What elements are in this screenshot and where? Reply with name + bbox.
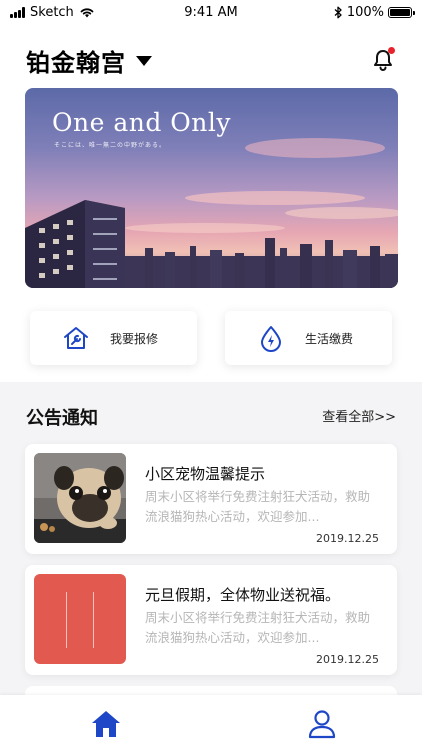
house-wrench-icon	[64, 327, 88, 349]
status-bar: Sketch 9:41 AM 100%	[0, 0, 422, 24]
pug-image	[34, 453, 126, 543]
notice-description: 周末小区将举行免费注射狂犬活动，救助流浪猫狗热心活动，欢迎参加...	[145, 610, 371, 645]
new-year-thumb-text: 元旦	[67, 596, 126, 630]
header: 铂金翰宫	[0, 40, 422, 80]
utility-payment-label: 生活缴费	[305, 332, 354, 346]
banner-title: One and Only	[52, 108, 232, 137]
signal-icon	[10, 6, 25, 18]
caret-down-icon	[136, 56, 152, 66]
status-right: 100%	[334, 4, 415, 20]
tab-home[interactable]	[90, 709, 122, 739]
repair-request-label: 我要报修	[110, 332, 159, 346]
banner[interactable]: One and Only そこには、唯一無二の中野がある。	[25, 88, 398, 288]
community-selector[interactable]: 铂金翰宫	[26, 43, 152, 78]
notice-description: 周末小区将举行免费注射狂犬活动，救助流浪猫狗热心活动，欢迎参加...	[145, 489, 371, 524]
notice-section-title: 公告通知	[26, 408, 98, 429]
utility-payment-button[interactable]: 生活缴费	[225, 311, 392, 365]
view-all-link[interactable]: 查看全部>>	[322, 406, 396, 425]
pug-thumbnail	[34, 453, 126, 543]
tab-profile[interactable]	[306, 709, 338, 739]
notice-date: 2019.12.25	[316, 532, 379, 545]
community-name: 铂金翰宫	[26, 48, 126, 77]
notice-section: 公告通知 查看全部>> 小区宠物温馨提示 周末小区将举行免费注射狂犬活动，救助流…	[0, 382, 422, 702]
battery-percent: 100%	[346, 4, 384, 20]
banner-subtitle: そこには、唯一無二の中野がある。	[54, 142, 167, 149]
carrier-label: Sketch	[30, 4, 74, 20]
repair-request-button[interactable]: 我要报修	[30, 311, 197, 365]
notifications-button[interactable]	[370, 47, 396, 73]
notice-card[interactable]: 小区宠物温馨提示 周末小区将举行免费注射狂犬活动，救助流浪猫狗热心活动，欢迎参加…	[25, 444, 397, 554]
battery-level-fill	[390, 8, 410, 16]
bluetooth-icon	[334, 6, 342, 18]
new-year-thumbnail: 元旦	[34, 574, 126, 664]
water-drop-lightning-icon	[261, 326, 281, 352]
wifi-icon	[80, 8, 94, 18]
home-icon	[92, 711, 120, 737]
user-icon	[308, 710, 336, 739]
status-left: Sketch	[10, 5, 95, 20]
notice-card[interactable]: 元旦 元旦假期，全体物业送祝福。 周末小区将举行免费注射狂犬活动，救助流浪猫狗热…	[25, 565, 397, 675]
battery-icon	[388, 6, 415, 18]
notice-date: 2019.12.25	[316, 653, 379, 666]
notification-dot	[388, 47, 395, 54]
notice-title: 元旦假期，全体物业送祝福。	[145, 586, 341, 604]
notice-title: 小区宠物温馨提示	[145, 465, 266, 483]
tab-bar	[0, 695, 422, 750]
